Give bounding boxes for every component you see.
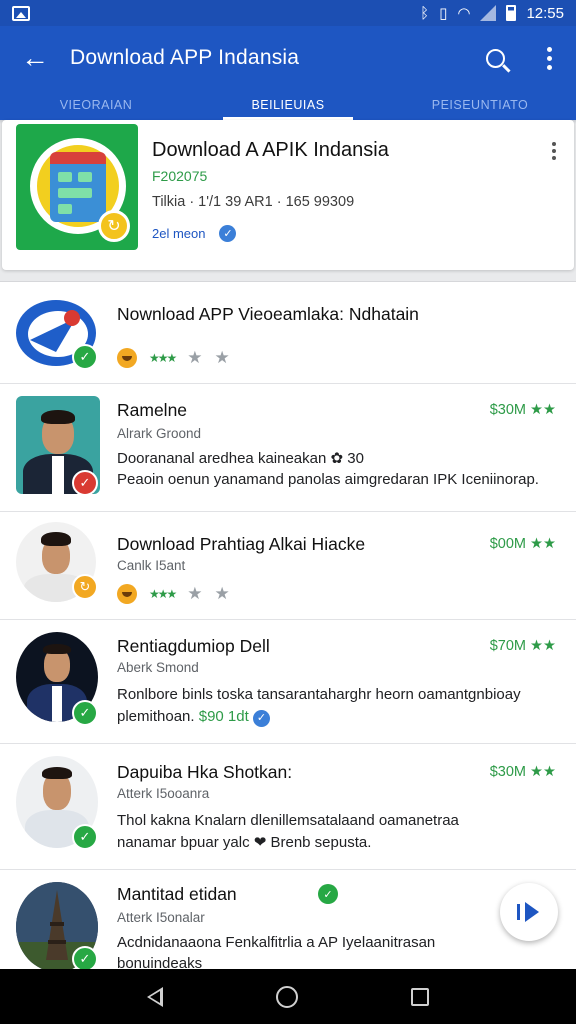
app-logo-icon: ↻: [16, 124, 138, 250]
list-item-name: Mantitad etidan: [117, 884, 237, 904]
list-item-price: $70M ★★: [489, 638, 556, 654]
search-icon: [485, 48, 505, 68]
vibrate-icon: ▯: [439, 4, 448, 22]
app-bar: ← Download APP Indansia: [0, 26, 576, 90]
verified-check-icon: ✓: [72, 344, 98, 370]
list-item-sub: Atterk I5ooanra: [117, 786, 210, 801]
featured-app-name: Download A APIK Indansia: [152, 139, 389, 161]
check-badge-icon: ✓: [219, 225, 237, 242]
list-item-sub: Aberk Smond: [117, 660, 199, 675]
list-item-desc-2: plemithoan.: [117, 708, 195, 725]
list-item-desc: Acdnidanaaona Fenkalfitrlia a AP Iyelaan…: [117, 934, 436, 951]
verified-check-icon: ✓: [72, 946, 98, 969]
play-icon: [517, 902, 539, 922]
nav-back-icon[interactable]: [146, 986, 163, 1007]
list-item-desc: Ronlbore binls toska tansarantaharghr he…: [117, 686, 521, 703]
list-item-price: $30M ★★: [489, 402, 556, 418]
featured-app-meta: Tilkia · 1'/1 39 AR1 · 165 99309: [152, 194, 355, 210]
list-item-sub: Canlk I5ant: [117, 558, 186, 573]
play-fab-button[interactable]: [500, 883, 558, 941]
sync-badge-icon: ↻: [72, 574, 98, 600]
list-item-desc-2: nanamar bpuar yalc ❤ Brenb sepusta.: [117, 834, 372, 851]
verified-check-icon: ✓: [72, 824, 98, 850]
featured-app-card[interactable]: ↻ Download A APIK Indansia F202075 Tilki…: [2, 120, 574, 270]
tab-bar: VIEORAIAN BEILIEUIAS PEISEUNTIATO: [0, 90, 576, 120]
star-icon: ★: [214, 348, 230, 367]
star-icon: ★: [187, 348, 203, 367]
list-item-name: Ramelne: [117, 400, 188, 420]
list-item-name: Dapuiba Hka Shotkan:: [117, 762, 293, 782]
star-icon: ★: [214, 584, 230, 603]
list-item[interactable]: ✓ Mantitad etidan ✓ Atterk I5onalar Acdn…: [0, 870, 576, 969]
emoji-icon: [117, 348, 137, 368]
list-item[interactable]: ↻ Download Prahtiag Alkai Hiacke Canlk I…: [0, 512, 576, 620]
list-item-desc-2: Peaoin oenun yanamand panolas aimgredara…: [117, 471, 539, 488]
search-button[interactable]: [468, 48, 522, 68]
tab-beilieuias[interactable]: BEILIEUIAS: [192, 90, 384, 120]
list-item[interactable]: ✓ Ramelne Alrark Groond $30M ★★ Dooranan…: [0, 384, 576, 512]
status-bar: ᛒ ▯ ◠ 12:55: [0, 0, 576, 26]
list-item-desc: Doorananal aredhea kaineakan ✿ 30: [117, 450, 364, 467]
list-item-name: Download Prahtiag Alkai Hiacke: [117, 534, 366, 554]
gallery-icon: [12, 5, 30, 21]
nav-recents-icon[interactable]: [411, 987, 430, 1006]
system-nav-bar: [0, 969, 576, 1024]
list-item-desc-2: bonuindeaks: [117, 955, 203, 969]
signal-icon: [480, 5, 497, 21]
featured-app-size: 2el meon: [152, 226, 206, 241]
tab-peiseuntiato[interactable]: PEISEUNTIATO: [384, 90, 576, 120]
list-item-desc: Thol kakna Knalarn dlenillemsatalaand oa…: [117, 812, 459, 829]
rating-row: ★★★ ★ ★: [117, 348, 230, 368]
bluetooth-icon: ᛒ: [420, 4, 430, 22]
list-item-desc-link[interactable]: $90 1dt: [199, 708, 249, 725]
page-title: Download APP Indansia: [70, 46, 300, 69]
wifi-icon: ◠: [457, 4, 471, 22]
list-item-price: $00M ★★: [489, 536, 556, 552]
list-item[interactable]: ✓ Rentiagdumiop Dell Aberk Smond $70M ★★…: [0, 620, 576, 744]
list-item-sub: Atterk I5onalar: [117, 910, 205, 925]
alert-badge-icon: ✓: [72, 470, 98, 496]
emoji-icon: [117, 584, 137, 604]
arrow-left-icon[interactable]: ←: [0, 42, 70, 74]
featured-app-size-row: 2el meon ✓: [152, 225, 237, 242]
stars-icon: ★★★: [149, 351, 177, 365]
nav-home-icon[interactable]: [275, 985, 298, 1008]
list-item[interactable]: ✓ Dapuiba Hka Shotkan: Atterk I5ooanra $…: [0, 744, 576, 870]
sync-badge-icon: ↻: [98, 210, 130, 242]
card-more-vert-icon[interactable]: [552, 142, 556, 160]
app-list: ✓ Nownload APP Vieoeamlaka: Ndhatain ★★★…: [0, 281, 576, 969]
status-time: 12:55: [526, 4, 564, 22]
star-icon: ★: [187, 584, 203, 603]
more-vert-button[interactable]: [522, 46, 576, 70]
chat-icon: ✓: [318, 884, 338, 904]
check-badge-icon: ✓: [252, 710, 270, 727]
list-item-desc-2-row: plemithoan. $90 1dt ✓: [117, 706, 270, 727]
more-vert-icon: [546, 46, 552, 70]
tab-vieoraian[interactable]: VIEORAIAN: [0, 90, 192, 120]
rating-row: ★★★ ★ ★: [117, 584, 230, 604]
list-item[interactable]: ✓ Nownload APP Vieoeamlaka: Ndhatain ★★★…: [0, 282, 576, 384]
battery-icon: [506, 5, 517, 21]
list-item-name: Nownload APP Vieoeamlaka: Ndhatain: [117, 304, 419, 324]
verified-check-icon: ✓: [72, 700, 98, 726]
featured-app-developer: F202075: [152, 168, 208, 184]
list-item-price: $30M ★★: [489, 764, 556, 780]
list-item-name: Rentiagdumiop Dell: [117, 636, 270, 656]
list-item-sub: Alrark Groond: [117, 426, 202, 441]
stars-icon: ★★★: [149, 587, 177, 601]
